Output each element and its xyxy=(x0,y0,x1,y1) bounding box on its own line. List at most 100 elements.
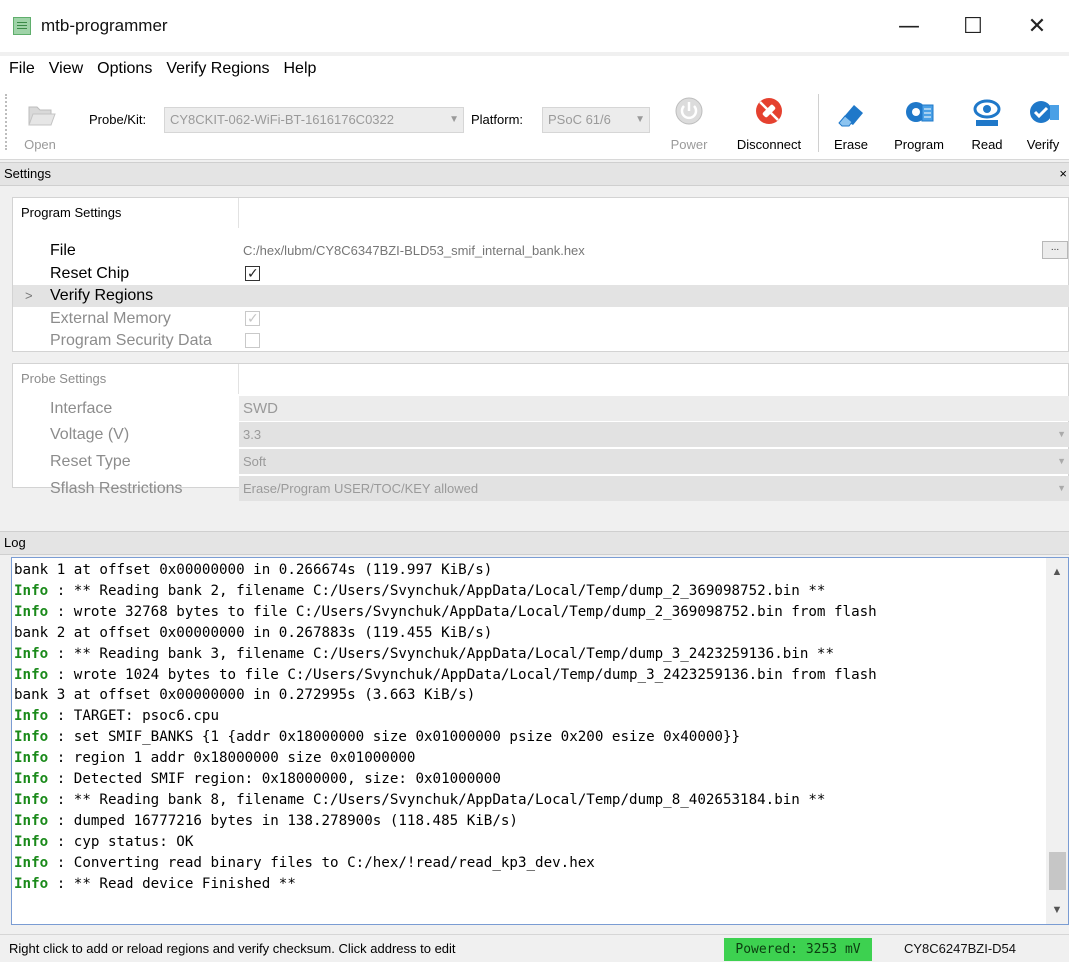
probe-settings-title: Probe Settings xyxy=(13,364,239,394)
window-controls: — ☐ ✕ xyxy=(877,0,1069,52)
reset-chip-checkbox[interactable]: ✓ xyxy=(245,266,260,282)
log-text: bank 1 at offset 0x00000000 in 0.266674s… xyxy=(14,562,493,578)
maximize-button[interactable]: ☐ xyxy=(941,0,1005,52)
reset-type-label: Reset Type xyxy=(50,453,131,470)
close-icon[interactable]: × xyxy=(1059,163,1067,185)
external-memory-row: External Memory ✓ xyxy=(13,308,1069,330)
open-button[interactable]: Open xyxy=(18,86,62,156)
probe-kit-value: CY8CKIT-062-WiFi-BT-1616176C0322 xyxy=(170,112,394,127)
program-security-checkbox xyxy=(245,333,260,348)
app-icon xyxy=(13,17,31,35)
erase-button[interactable]: Erase xyxy=(828,86,874,156)
log-scrollbar[interactable]: ▲ ▼ xyxy=(1046,558,1068,924)
menu-view[interactable]: View xyxy=(42,60,90,78)
log-level-tag: Info xyxy=(14,666,49,683)
voltage-label: Voltage (V) xyxy=(50,426,130,443)
program-security-label: Program Security Data xyxy=(50,332,212,349)
log-text: : Converting read binary files to C:/hex… xyxy=(48,854,595,871)
power-icon xyxy=(675,97,703,125)
expand-arrow-icon[interactable]: > xyxy=(25,285,33,307)
chevron-up-icon[interactable]: ▲ xyxy=(1046,562,1068,582)
settings-panel: Program Settings File C:/hex/lubm/CY8C63… xyxy=(0,187,1069,522)
log-text: : ** Reading bank 8, filename C:/Users/S… xyxy=(48,791,826,808)
log-title: Log xyxy=(4,535,26,550)
settings-header: Settings × xyxy=(0,162,1069,186)
log-line: Info : ** Reading bank 8, filename C:/Us… xyxy=(14,790,877,811)
log-level-tag: Info xyxy=(14,729,49,746)
file-path-value[interactable]: C:/hex/lubm/CY8C6347BZI-BLD53_smif_inter… xyxy=(243,240,585,262)
log-line: bank 3 at offset 0x00000000 in 0.272995s… xyxy=(14,685,877,706)
external-memory-checkbox: ✓ xyxy=(245,311,260,327)
log-level-tag: Info xyxy=(14,645,49,662)
power-button[interactable]: Power xyxy=(665,86,713,156)
verify-regions-label: Verify Regions xyxy=(50,287,154,304)
log-text: : dumped 16777216 bytes in 138.278900s (… xyxy=(48,812,518,829)
platform-select[interactable]: PSoC 61/6 ▼ xyxy=(542,107,650,133)
menu-bar: File View Options Verify Regions Help xyxy=(0,56,1069,82)
verify-label: Verify xyxy=(1026,137,1060,152)
voltage-select: 3.3 ▼ xyxy=(239,422,1069,447)
log-text: : TARGET: psoc6.cpu xyxy=(48,708,220,725)
program-button[interactable]: Program xyxy=(884,86,954,156)
eraser-icon xyxy=(838,105,863,127)
menu-help[interactable]: Help xyxy=(276,60,323,78)
toolbar-grip[interactable] xyxy=(5,94,8,150)
log-level-tag: Info xyxy=(14,833,49,850)
file-label: File xyxy=(50,242,76,259)
chevron-down-icon: ▼ xyxy=(1057,483,1066,493)
interface-row: Interface SWD xyxy=(13,395,1069,422)
program-settings-group: Program Settings File C:/hex/lubm/CY8C63… xyxy=(12,197,1069,352)
sflash-label: Sflash Restrictions xyxy=(50,480,183,497)
menu-options[interactable]: Options xyxy=(90,60,159,78)
read-label: Read xyxy=(971,137,1003,152)
reset-chip-row: Reset Chip ✓ xyxy=(13,263,1069,285)
log-line: Info : set SMIF_BANKS {1 {addr 0x1800000… xyxy=(14,727,877,748)
settings-title: Settings xyxy=(4,166,51,181)
log-line: bank 2 at offset 0x00000000 in 0.267883s… xyxy=(14,623,877,644)
voltage-value: 3.3 xyxy=(243,427,262,442)
menu-file[interactable]: File xyxy=(0,60,42,78)
interface-value: SWD xyxy=(239,396,1069,421)
log-line: Info : wrote 1024 bytes to file C:/Users… xyxy=(14,665,877,686)
log-level-tag: Info xyxy=(14,582,49,599)
read-button[interactable]: Read xyxy=(965,86,1009,156)
verify-check-icon xyxy=(1030,101,1059,123)
status-message: Right click to add or reload regions and… xyxy=(9,941,456,956)
device-name: CY8C6247BZI-D54 xyxy=(904,941,1016,956)
sflash-row: Sflash Restrictions Erase/Program USER/T… xyxy=(13,475,1069,502)
verify-button[interactable]: Verify xyxy=(1020,86,1066,156)
log-level-tag: Info xyxy=(14,603,49,620)
scroll-thumb[interactable] xyxy=(1049,852,1066,890)
check-icon: ✓ xyxy=(247,311,259,327)
file-row[interactable]: File C:/hex/lubm/CY8C6347BZI-BLD53_smif_… xyxy=(13,240,1069,262)
log-header: Log xyxy=(0,531,1069,555)
verify-regions-row[interactable]: > Verify Regions xyxy=(13,285,1069,307)
log-line: Info : Converting read binary files to C… xyxy=(14,853,877,874)
check-icon: ✓ xyxy=(247,266,259,282)
log-level-tag: Info xyxy=(14,791,49,808)
log-text: : wrote 32768 bytes to file C:/Users/Svy… xyxy=(48,603,877,620)
log-line: Info : ** Read device Finished ** xyxy=(14,874,877,895)
chevron-down-icon[interactable]: ▼ xyxy=(1046,900,1068,920)
probe-kit-select[interactable]: CY8CKIT-062-WiFi-BT-1616176C0322 ▼ xyxy=(164,107,464,133)
log-level-tag: Info xyxy=(14,771,49,788)
chevron-down-icon: ▼ xyxy=(1057,429,1066,439)
browse-button[interactable]: ... xyxy=(1042,241,1068,259)
log-level-tag: Info xyxy=(14,875,49,892)
log-output[interactable]: bank 1 at offset 0x00000000 in 0.266674s… xyxy=(11,557,1069,925)
interface-label: Interface xyxy=(50,400,113,417)
probe-kit-label: Probe/Kit: xyxy=(89,112,147,127)
toolbar-separator xyxy=(818,94,819,152)
program-settings-title: Program Settings xyxy=(13,198,239,228)
reset-type-select: Soft ▼ xyxy=(239,449,1069,474)
disconnect-button[interactable]: Disconnect xyxy=(727,86,811,156)
sflash-select: Erase/Program USER/TOC/KEY allowed ▼ xyxy=(239,476,1069,501)
log-line: Info : ** Reading bank 3, filename C:/Us… xyxy=(14,644,877,665)
minimize-button[interactable]: — xyxy=(877,0,941,52)
menu-verify-regions[interactable]: Verify Regions xyxy=(159,60,276,78)
log-line: Info : ** Reading bank 2, filename C:/Us… xyxy=(14,581,877,602)
power-status-badge: Powered: 3253 mV xyxy=(724,938,872,961)
log-text: : wrote 1024 bytes to file C:/Users/Svyn… xyxy=(48,666,877,683)
close-window-button[interactable]: ✕ xyxy=(1005,0,1069,52)
log-line: bank 1 at offset 0x00000000 in 0.266674s… xyxy=(14,560,877,581)
